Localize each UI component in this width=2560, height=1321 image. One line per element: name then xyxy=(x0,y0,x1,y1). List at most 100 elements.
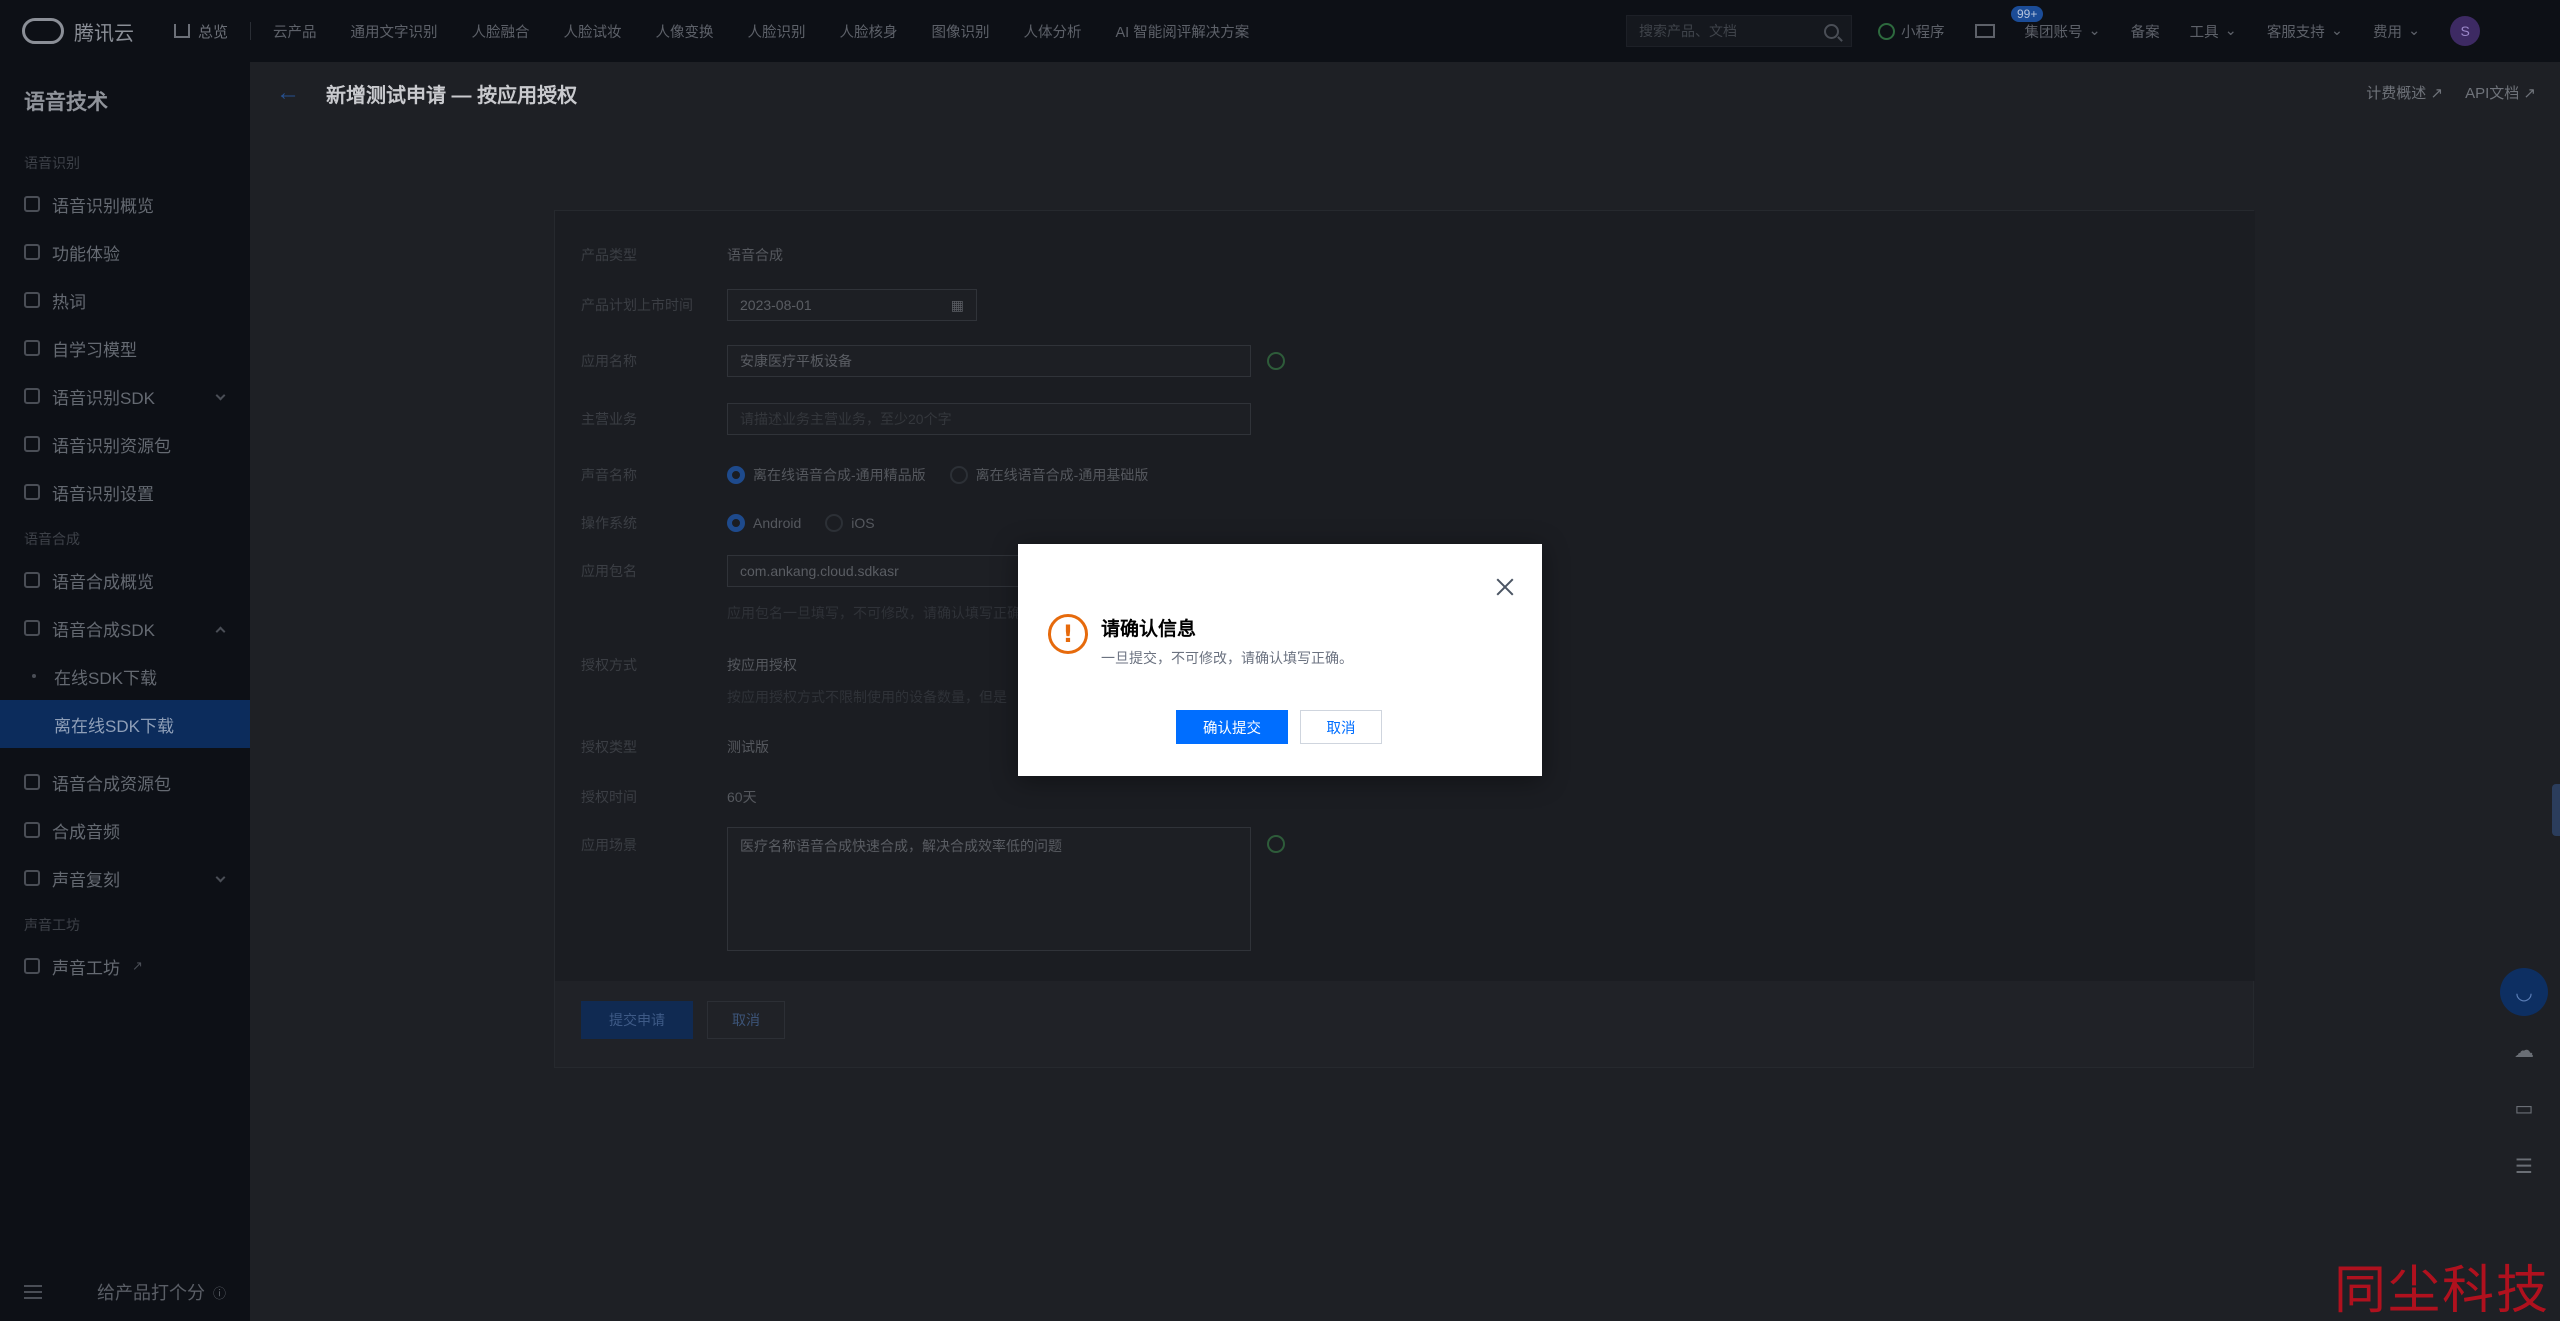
nav-link-portrait[interactable]: 人像变换 xyxy=(656,21,714,42)
app-name-input[interactable]: 安康医疗平板设备 xyxy=(727,345,1251,377)
check-circle-icon xyxy=(1267,352,1285,370)
close-icon[interactable] xyxy=(1496,578,1514,596)
book-icon[interactable]: ▭ xyxy=(2500,1084,2548,1132)
sidebar-subitem-label: 离在线SDK下载 xyxy=(54,716,174,736)
sidebar-item-voice-studio[interactable]: 声音工坊 ↗ xyxy=(0,942,250,990)
sidebar-footer: 给产品打个分 ⓘ xyxy=(0,1263,250,1321)
headset-icon[interactable]: ◡ xyxy=(2500,968,2548,1016)
gear-icon xyxy=(24,388,40,404)
external-link-icon: ↗ xyxy=(2430,85,2444,102)
sidebar-item-hotword[interactable]: 热词 xyxy=(0,276,250,324)
sidebar-item-demo[interactable]: 功能体验 xyxy=(0,228,250,276)
avatar[interactable]: S xyxy=(2450,16,2481,46)
collapse-menu-icon[interactable] xyxy=(24,1285,42,1299)
grid-icon xyxy=(24,196,40,212)
confirm-submit-button[interactable]: 确认提交 xyxy=(1176,710,1288,744)
app-name-label: 应用名称 xyxy=(581,353,637,369)
voice-label: 声音名称 xyxy=(581,467,637,483)
sidebar-item-tts-sdk[interactable]: 语音合成SDK xyxy=(0,604,250,652)
confirm-dialog: ! 请确认信息 一旦提交，不可修改，请确认填写正确。 确认提交 取消 xyxy=(1018,544,1542,776)
clone-icon xyxy=(24,870,40,886)
nav-link-face-verify[interactable]: 人脸核身 xyxy=(840,21,898,42)
nav-link-ai-grading[interactable]: AI 智能阅评解决方案 xyxy=(1116,21,1250,42)
info-icon: ⓘ xyxy=(212,1285,226,1301)
auth-method-hint: 按应用授权方式不限制使用的设备数量，但是 xyxy=(727,689,1007,705)
cost-label: 费用 xyxy=(2372,24,2402,41)
sidebar-item-audio[interactable]: 合成音频 xyxy=(0,806,250,854)
voice-radio-premium[interactable] xyxy=(727,466,745,484)
package-icon xyxy=(24,436,40,452)
side-drawer-tab[interactable] xyxy=(2552,784,2560,836)
cloud-logo-icon xyxy=(22,18,64,44)
cost-menu[interactable]: 费用 ⌄ xyxy=(2373,21,2420,42)
voice-radio-basic[interactable] xyxy=(949,466,968,484)
sidebar-item-label: 语音识别SDK xyxy=(52,388,155,408)
sidebar-item-voice-clone[interactable]: 声音复刻 xyxy=(0,854,250,902)
scenario-textarea[interactable]: 医疗名称语音合成快速合成，解决合成效率低的问题 xyxy=(727,827,1251,951)
dialog-title: 请确认信息 xyxy=(1101,619,1197,640)
mail-badge: 99+ xyxy=(2011,6,2044,22)
sidebar-title: 语音技术 xyxy=(24,91,108,114)
account-menu[interactable]: 集团账号 ⌄ xyxy=(2025,21,2101,42)
os-radio-ios[interactable] xyxy=(825,514,844,532)
sidebar-subitem-offline-sdk[interactable]: 离在线SDK下载 xyxy=(0,700,250,748)
search-icon[interactable] xyxy=(1824,23,1839,39)
nav-link-image-recognition[interactable]: 图像识别 xyxy=(932,21,990,42)
page-title: 新增测试申请 — 按应用授权 xyxy=(326,84,578,107)
sidebar-item-label: 功能体验 xyxy=(52,244,120,264)
mini-program-link[interactable]: 小程序 xyxy=(1878,21,1945,42)
dialog-description: 一旦提交，不可修改，请确认填写正确。 xyxy=(1101,650,1353,666)
beian-link[interactable]: 备案 xyxy=(2131,21,2160,42)
auth-method-label: 授权方式 xyxy=(581,657,637,673)
sidebar-subitem-label: 在线SDK下载 xyxy=(54,668,157,688)
os-option-ios: iOS xyxy=(851,515,875,531)
sidebar-item-label: 合成音频 xyxy=(52,822,120,842)
check-circle-icon xyxy=(1267,835,1285,853)
tools-label: 工具 xyxy=(2189,24,2219,41)
brand-logo[interactable]: 腾讯云 xyxy=(22,17,134,46)
auth-type-value: 测试版 xyxy=(727,739,769,755)
chevron-down-icon xyxy=(215,872,226,883)
mail-button[interactable] xyxy=(1974,24,1995,38)
search-input[interactable]: 搜索产品、文档 xyxy=(1626,15,1852,47)
api-doc-link[interactable]: API文档 ↗ xyxy=(2465,82,2536,103)
sidebar-item-label: 语音识别资源包 xyxy=(52,436,171,456)
home-link[interactable]: 总览 xyxy=(174,21,228,42)
sidebar-item-tts-overview[interactable]: 语音合成概览 xyxy=(0,556,250,604)
nav-products[interactable]: 云产品 xyxy=(273,21,317,42)
sidebar-item-asr-sdk[interactable]: 语音识别SDK xyxy=(0,372,250,420)
sidebar-subitem-online-sdk[interactable]: 在线SDK下载 xyxy=(0,652,250,700)
sidebar-item-asr-settings[interactable]: 语音识别设置 xyxy=(0,468,250,516)
nav-link-body-analysis[interactable]: 人体分析 xyxy=(1024,21,1082,42)
cloud-sync-icon[interactable]: ☁ xyxy=(2500,1026,2548,1074)
list-icon[interactable]: ☰ xyxy=(2500,1142,2548,1190)
submit-button[interactable]: 提交申请 xyxy=(581,1001,693,1039)
voice-option-basic: 离在线语音合成-通用基础版 xyxy=(975,467,1149,483)
back-arrow-icon[interactable]: ← xyxy=(276,79,300,107)
pricing-link[interactable]: 计费概述 ↗ xyxy=(2366,82,2443,103)
sidebar-item-self-learning[interactable]: 自学习模型 xyxy=(0,324,250,372)
home-label: 总览 xyxy=(198,23,229,41)
business-input[interactable]: 请描述业务主营业务，至少20个字 xyxy=(727,403,1251,435)
nav-link-face-makeup[interactable]: 人脸试妆 xyxy=(564,21,622,42)
brand-name: 腾讯云 xyxy=(74,22,134,45)
nav-link-ocr[interactable]: 通用文字识别 xyxy=(351,21,438,42)
sidebar-item-asr-overview[interactable]: 语音识别概览 xyxy=(0,180,250,228)
support-menu[interactable]: 客服支持 ⌄ xyxy=(2267,21,2343,42)
floating-toolbar: ◡ ☁ ▭ ☰ xyxy=(2497,968,2551,1190)
launch-date-value: 2023-08-01 xyxy=(740,297,812,313)
scenario-value: 医疗名称语音合成快速合成，解决合成效率低的问题 xyxy=(740,838,1062,854)
feedback-label: 给产品打个分 xyxy=(96,1283,205,1303)
nav-link-face-recognition[interactable]: 人脸识别 xyxy=(748,21,806,42)
tools-menu[interactable]: 工具 ⌄ xyxy=(2190,21,2237,42)
home-icon xyxy=(174,24,190,38)
auth-type-label: 授权类型 xyxy=(581,739,637,755)
sidebar-item-tts-package[interactable]: 语音合成资源包 xyxy=(0,758,250,806)
cancel-button[interactable]: 取消 xyxy=(1300,710,1382,744)
sidebar-item-asr-package[interactable]: 语音识别资源包 xyxy=(0,420,250,468)
feedback-link[interactable]: 给产品打个分 ⓘ xyxy=(97,1279,226,1305)
launch-date-picker[interactable]: 2023-08-01 ▦ xyxy=(727,289,977,321)
cancel-form-button[interactable]: 取消 xyxy=(707,1001,785,1039)
nav-link-face-fusion[interactable]: 人脸融合 xyxy=(472,21,530,42)
os-radio-android[interactable] xyxy=(727,514,745,532)
